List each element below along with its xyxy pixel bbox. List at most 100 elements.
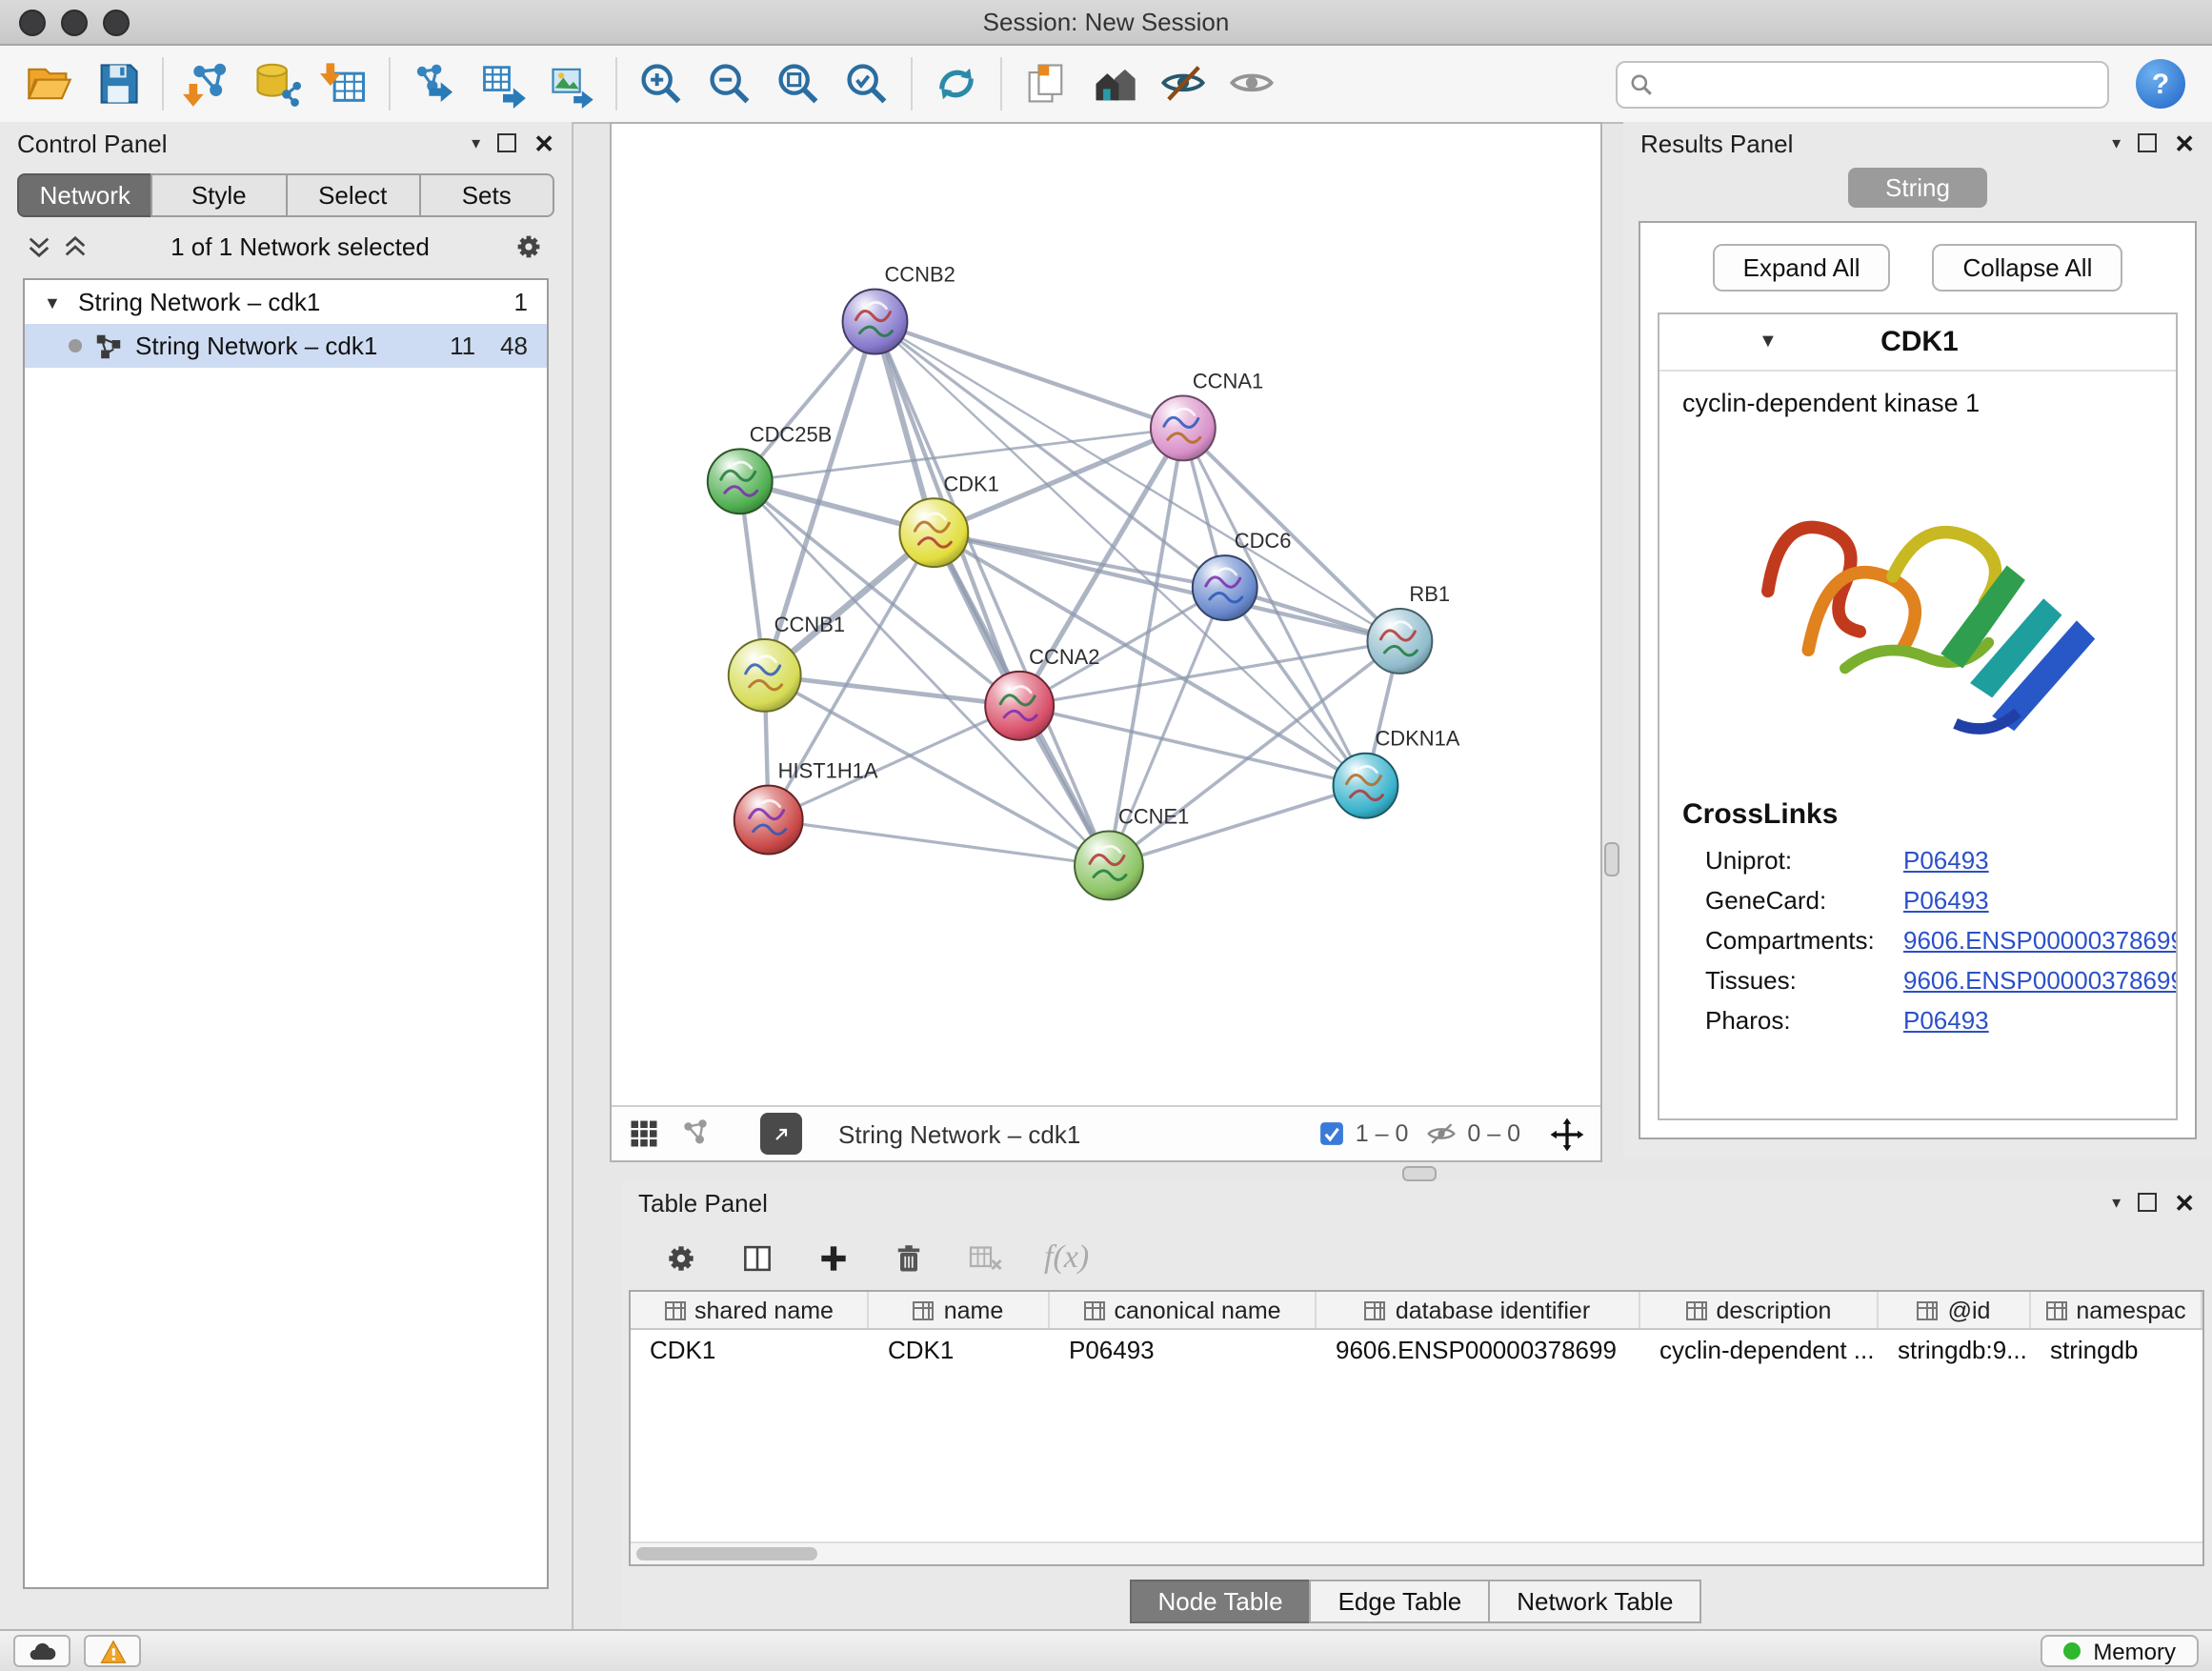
toolbar-separator [389,57,391,111]
network-node-count: 11 [450,332,475,360]
float-panel-icon[interactable] [2138,133,2157,152]
control-panel-tab-select[interactable]: Select [285,173,421,217]
network-list: ▼String Network – cdk11String Network – … [23,278,549,1589]
import-network-from-database-button[interactable] [242,51,311,116]
crosslink-label: Tissues: [1705,966,1903,995]
network-node-CCNA1[interactable]: CCNA1 [1151,369,1263,460]
hide-selection-button[interactable] [1149,51,1217,116]
column-header-database-identifier[interactable]: database identifier [1317,1292,1640,1328]
column-header-name[interactable]: name [869,1292,1050,1328]
network-node-CDKN1A[interactable]: CDKN1A [1334,727,1460,818]
network-node-CDK1[interactable]: CDK1 [899,472,998,567]
save-session-button[interactable] [84,51,152,116]
gear-icon[interactable] [663,1239,699,1276]
help-button[interactable]: ? [2136,59,2185,109]
collapse-all-button[interactable]: Collapse All [1933,244,2123,292]
collection-caret-icon[interactable]: ▼ [44,292,65,312]
network-overview-icon[interactable] [678,1117,713,1151]
eye-icon [1227,59,1277,109]
refresh-view-button[interactable] [922,51,991,116]
checkbox-icon[interactable] [1319,1120,1346,1147]
open-in-new-window-button[interactable] [760,1113,802,1155]
column-header-namespac[interactable]: namespac [2031,1292,2202,1328]
warnings-button[interactable] [84,1635,141,1667]
database-icon [251,59,301,109]
expand-all-icon[interactable] [63,234,88,259]
collapse-all-icon[interactable] [27,234,51,259]
control-panel-tab-style[interactable]: Style [151,173,288,217]
export-network-button[interactable] [400,51,469,116]
add-column-icon[interactable] [815,1239,852,1276]
gear-icon[interactable] [513,231,545,263]
birds-eye-view-icon[interactable] [627,1117,661,1151]
tab-string[interactable]: String [1847,168,1988,208]
network-row[interactable]: String Network – cdk11148 [25,324,547,368]
panel-menu-icon[interactable]: ▾ [472,132,480,153]
control-panel-tab-network[interactable]: Network [17,173,153,217]
function-builder-icon[interactable]: f(x) [1044,1238,1089,1277]
collapse-section-icon[interactable]: ▼ [1759,332,1778,352]
delete-icon[interactable] [892,1239,926,1276]
home-button[interactable] [1080,51,1149,116]
control-panel-tab-sets[interactable]: Sets [419,173,555,217]
export-image-button[interactable] [537,51,606,116]
delete-table-icon[interactable] [966,1240,1004,1275]
import-table-from-file-button[interactable] [311,51,379,116]
show-all-button[interactable] [1217,51,1286,116]
vertical-splitter-handle[interactable] [1604,842,1619,876]
close-panel-icon[interactable]: ✕ [2174,1190,2195,1215]
network-node-CDC6[interactable]: CDC6 [1193,529,1292,620]
network-canvas[interactable]: CCNB2CCNA1CDC25BCDK1CDC6RB1CCNB1CCNA2CDK… [612,124,1600,1105]
network-node-RB1[interactable]: RB1 [1367,582,1450,674]
network-node-CCNB2[interactable]: CCNB2 [843,263,955,354]
horizontal-scrollbar[interactable] [631,1541,2202,1564]
zoom-fit-button[interactable] [764,51,833,116]
application-window: Session: New Session [0,0,2212,1671]
crosslink-link[interactable]: P06493 [1903,886,1989,915]
column-header-canonical-name[interactable]: canonical name [1050,1292,1317,1328]
tab-network-table[interactable]: Network Table [1488,1580,1701,1623]
tab-node-table[interactable]: Node Table [1129,1580,1311,1623]
cloud-status-button[interactable] [13,1635,70,1667]
network-node-HIST1H1A[interactable]: HIST1H1A [734,759,878,855]
maximize-window-button[interactable] [103,9,130,35]
float-panel-icon[interactable] [2138,1193,2157,1212]
hidden-eye-icon[interactable] [1425,1120,1458,1147]
table-row[interactable]: CDK1CDK1P064939606.ENSP00000378699cyclin… [631,1330,2202,1368]
pan-tool-icon[interactable] [1549,1116,1585,1152]
crosslink-link[interactable]: 9606.ENSP00000378699 [1903,966,2178,995]
minimize-window-button[interactable] [61,9,88,35]
close-window-button[interactable] [19,9,46,35]
import-network-from-file-button[interactable] [173,51,242,116]
network-node-CCNB1[interactable]: CCNB1 [729,613,845,712]
float-panel-icon[interactable] [497,133,516,152]
expand-all-button[interactable]: Expand All [1713,244,1891,292]
horizontal-splitter-handle[interactable] [1402,1166,1437,1181]
tab-edge-table[interactable]: Edge Table [1310,1580,1491,1623]
panel-menu-icon[interactable]: ▾ [2112,132,2121,153]
protein-card-header[interactable]: ▼ CDK1 [1659,314,2176,372]
hidden-count-label: 0 – 0 [1467,1120,1520,1147]
column-header--id[interactable]: @id [1879,1292,2031,1328]
open-session-button[interactable] [15,51,84,116]
copy-document-button[interactable] [1012,51,1080,116]
show-columns-icon[interactable] [739,1239,775,1276]
panel-menu-icon[interactable]: ▾ [2112,1192,2121,1213]
close-panel-icon[interactable]: ✕ [533,131,554,155]
close-panel-icon[interactable]: ✕ [2174,131,2195,155]
network-collection-row[interactable]: ▼String Network – cdk11 [25,280,547,324]
column-header-description[interactable]: description [1640,1292,1879,1328]
crosslink-link[interactable]: 9606.ENSP00000378699 [1903,926,2178,955]
network-node-CCNE1[interactable]: CCNE1 [1075,805,1189,900]
table-panel: Table Panel ▾ ✕ [621,1181,2212,1631]
crosslink-link[interactable]: P06493 [1903,846,1989,875]
crosslink-link[interactable]: P06493 [1903,1006,1989,1035]
zoom-in-button[interactable] [627,51,695,116]
search-input[interactable] [1663,69,2096,99]
column-header-shared-name[interactable]: shared name [631,1292,869,1328]
zoom-selected-button[interactable] [833,51,901,116]
memory-button[interactable]: Memory [2040,1635,2199,1667]
zoom-out-button[interactable] [695,51,764,116]
export-table-button[interactable] [469,51,537,116]
scrollbar-thumb[interactable] [636,1547,817,1560]
